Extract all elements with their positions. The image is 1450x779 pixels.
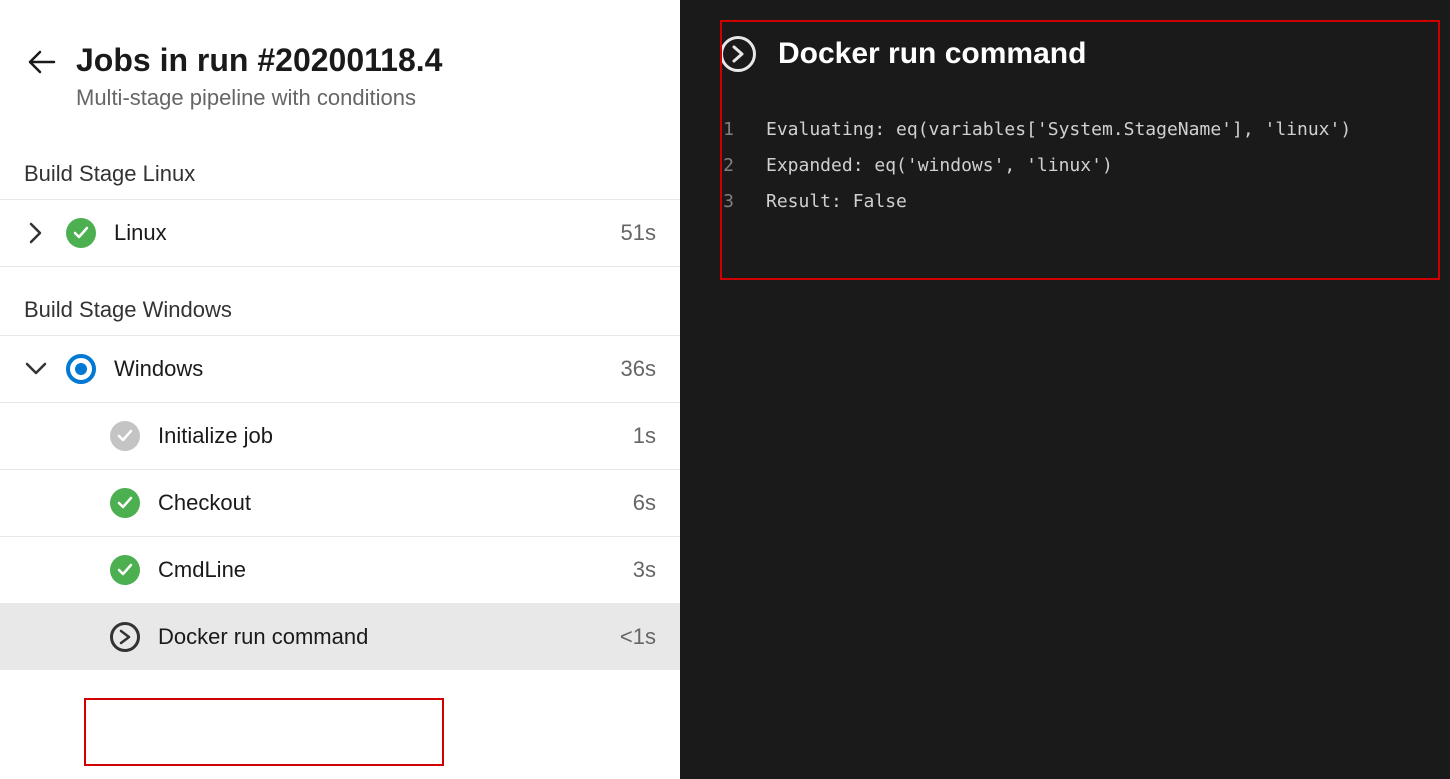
- task-duration: 6s: [633, 490, 656, 516]
- back-button[interactable]: [28, 50, 56, 74]
- arrow-left-icon: [28, 50, 56, 74]
- task-duration: 1s: [633, 423, 656, 449]
- highlight-box-left: [84, 698, 444, 766]
- status-neutral-icon: [110, 421, 140, 451]
- task-duration: <1s: [620, 624, 656, 650]
- task-name: Initialize job: [158, 423, 615, 449]
- status-skipped-icon: [110, 622, 140, 652]
- job-name: Linux: [114, 220, 603, 246]
- status-success-icon: [110, 555, 140, 585]
- job-duration: 36s: [621, 356, 656, 382]
- page-subtitle: Multi-stage pipeline with conditions: [76, 85, 656, 111]
- job-row-windows[interactable]: Windows 36s: [0, 335, 680, 403]
- chevron-down-icon: [24, 362, 48, 376]
- task-name: CmdLine: [158, 557, 615, 583]
- status-running-icon: [66, 354, 96, 384]
- job-row-linux[interactable]: Linux 51s: [0, 199, 680, 267]
- task-name: Checkout: [158, 490, 615, 516]
- status-success-icon: [110, 488, 140, 518]
- page-title: Jobs in run #20200118.4: [76, 42, 656, 79]
- task-duration: 3s: [633, 557, 656, 583]
- task-name: Docker run command: [158, 624, 602, 650]
- job-name: Windows: [114, 356, 603, 382]
- task-row-cmdline[interactable]: CmdLine 3s: [0, 537, 680, 604]
- task-row-docker-run-command[interactable]: Docker run command <1s: [0, 604, 680, 670]
- task-row-checkout[interactable]: Checkout 6s: [0, 470, 680, 537]
- task-row-initialize-job[interactable]: Initialize job 1s: [0, 403, 680, 470]
- stage-header: Build Stage Windows: [0, 267, 680, 335]
- stage-header: Build Stage Linux: [0, 131, 680, 199]
- highlight-box-right: [720, 20, 1440, 280]
- status-success-icon: [66, 218, 96, 248]
- header: Jobs in run #20200118.4 Multi-stage pipe…: [0, 0, 680, 131]
- jobs-panel: Jobs in run #20200118.4 Multi-stage pipe…: [0, 0, 680, 779]
- chevron-right-icon: [24, 222, 48, 244]
- job-duration: 51s: [621, 220, 656, 246]
- header-text: Jobs in run #20200118.4 Multi-stage pipe…: [76, 42, 656, 111]
